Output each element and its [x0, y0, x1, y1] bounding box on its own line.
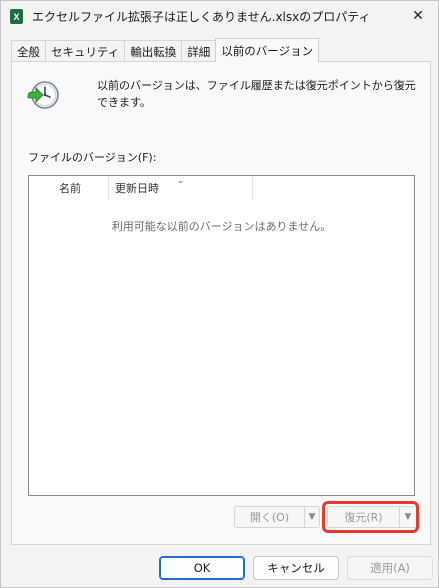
open-split-button[interactable]: 開く(O) ▼	[234, 506, 320, 528]
open-button[interactable]: 開く(O)	[235, 507, 305, 527]
close-icon[interactable]: ✕	[407, 6, 429, 26]
properties-window: X エクセルファイル拡張子は正しくありません.xlsxのプロパティ ✕ 全般 セ…	[0, 0, 439, 588]
empty-list-message: 利用可能な以前のバージョンはありません。	[111, 220, 332, 233]
previous-versions-panel: 以前のバージョンは、ファイル履歴または復元ポイントから復元できます。 ファイルの…	[11, 61, 431, 545]
apply-button[interactable]: 適用(A)	[347, 556, 433, 580]
tab-general[interactable]: 全般	[11, 40, 46, 62]
list-header: 名前 更新日時 ⌄	[29, 176, 414, 200]
sort-indicator-icon: ⌄	[177, 176, 185, 186]
tab-security[interactable]: セキュリティ	[45, 40, 126, 62]
column-header-name[interactable]: 名前	[29, 176, 109, 200]
cancel-button[interactable]: キャンセル	[253, 556, 339, 580]
tab-details[interactable]: 詳細	[181, 40, 217, 62]
window-title: エクセルファイル拡張子は正しくありません.xlsxのプロパティ	[32, 10, 371, 24]
tab-export-convert[interactable]: 輸出転換	[124, 40, 183, 62]
restore-highlight-annotation	[322, 501, 419, 533]
clock-restore-icon	[27, 81, 59, 109]
title-bar[interactable]: X エクセルファイル拡張子は正しくありません.xlsxのプロパティ ✕	[1, 1, 438, 31]
file-versions-label: ファイルのバージョン(F):	[28, 151, 157, 164]
tab-previous-versions[interactable]: 以前のバージョン	[215, 38, 320, 62]
excel-file-icon: X	[10, 9, 23, 24]
ok-button[interactable]: OK	[159, 556, 245, 580]
file-versions-list[interactable]: 名前 更新日時 ⌄ 利用可能な以前のバージョンはありません。	[28, 175, 415, 496]
chevron-down-icon[interactable]: ▼	[305, 507, 319, 527]
description-text: 以前のバージョンは、ファイル履歴または復元ポイントから復元できます。	[97, 79, 416, 109]
tab-strip: 全般 セキュリティ 輸出転換 詳細 以前のバージョン	[11, 38, 320, 62]
